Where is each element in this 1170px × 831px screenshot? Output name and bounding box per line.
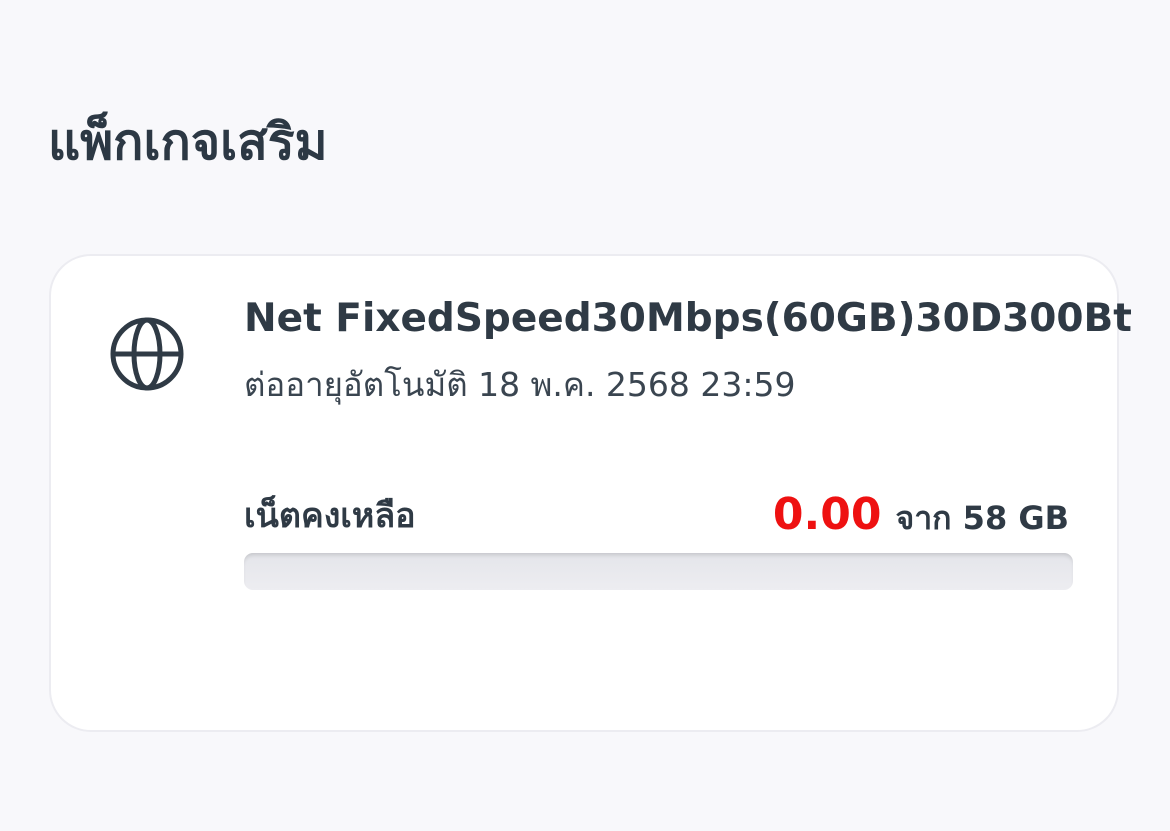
addon-package-card[interactable]: Net FixedSpeed30Mbps(60GB)30D300Bt ต่ออา… (49, 254, 1132, 732)
data-usage-progress-bar (244, 553, 1073, 590)
section-title: แพ็กเกจเสริม (48, 113, 328, 171)
remaining-amount: 0.00 (772, 489, 882, 540)
renewal-date: ต่ออายุอัตโนมัติ 18 พ.ค. 2568 23:59 (244, 365, 796, 404)
remaining-data-value: 0.00 จาก 58 GB (773, 486, 1069, 543)
globe-icon (110, 317, 184, 391)
total-quota: จาก 58 GB (895, 499, 1069, 537)
package-name: Net FixedSpeed30Mbps(60GB)30D300Bt (244, 296, 1132, 341)
remaining-data-label: เน็ตคงเหลือ (244, 496, 416, 536)
